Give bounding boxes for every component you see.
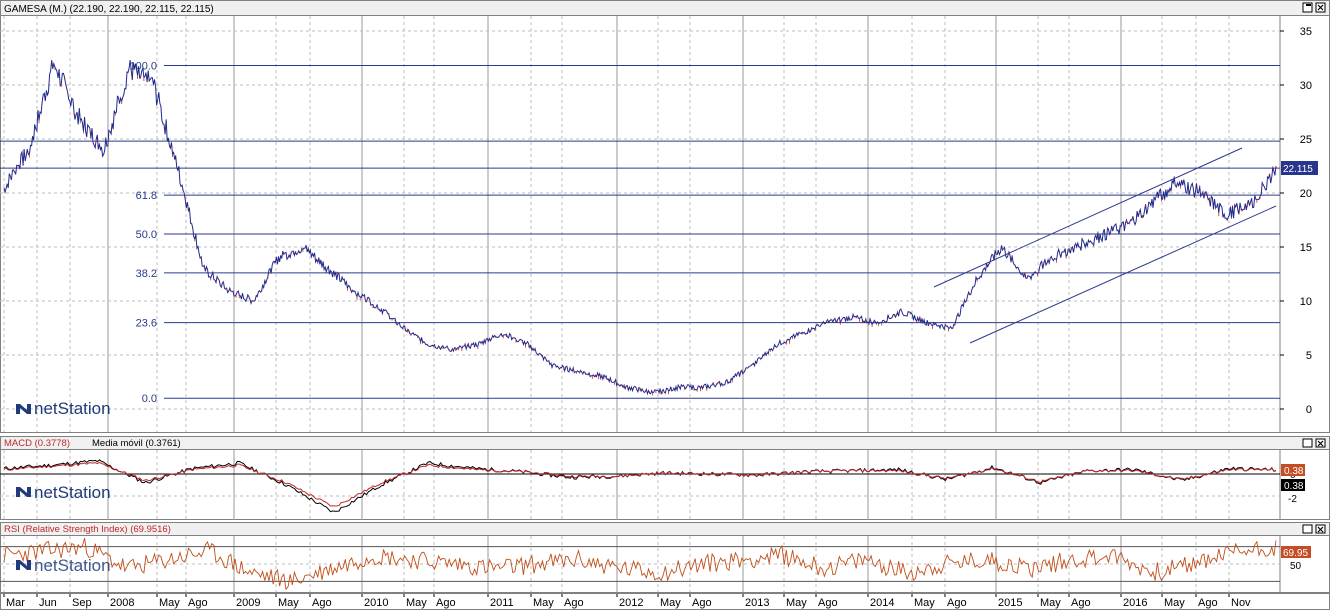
- x-tick-label: May: [533, 597, 554, 609]
- price-y-tick: 10: [1300, 296, 1312, 308]
- x-tick-label: Ago: [436, 597, 456, 609]
- x-tick-label: Ago: [818, 597, 838, 609]
- x-tick-label: Mar: [6, 597, 25, 609]
- price-panel-title: GAMESA (M.) (22.190, 22.190, 22.115, 22.…: [4, 4, 214, 15]
- rsi-badge: 69.95: [1281, 546, 1311, 559]
- x-tick-label: May: [660, 597, 681, 609]
- x-tick-label: May: [406, 597, 427, 609]
- x-tick-label: May: [914, 597, 935, 609]
- x-tick-label: May: [159, 597, 180, 609]
- x-tick-label: Nov: [1231, 597, 1251, 609]
- fib-label: 38.2: [136, 268, 157, 280]
- x-tick-label: 2016: [1123, 597, 1147, 609]
- x-tick-label: Jun: [39, 597, 57, 609]
- price-y-tick: 15: [1300, 242, 1312, 254]
- x-tick-label: May: [278, 597, 299, 609]
- fib-label: 61.8: [136, 190, 157, 202]
- x-tick-label: 2015: [998, 597, 1022, 609]
- x-tick-label: May: [1040, 597, 1061, 609]
- x-tick-label: Ago: [564, 597, 584, 609]
- price-y-tick: 25: [1300, 134, 1312, 146]
- price-y-tick: 20: [1300, 188, 1312, 200]
- x-tick-label: May: [786, 597, 807, 609]
- last-price-badge: 22.115: [1281, 161, 1318, 175]
- x-tick-label: 2013: [745, 597, 769, 609]
- maximize-icon[interactable]: [1302, 438, 1313, 448]
- price-y-tick: 30: [1300, 80, 1312, 92]
- x-tick-label: 2014: [870, 597, 894, 609]
- x-tick-label: Ago: [1198, 597, 1218, 609]
- maximize-icon[interactable]: [1302, 524, 1313, 534]
- svg-text:22.115: 22.115: [1283, 164, 1313, 175]
- price-y-tick: 0: [1306, 404, 1312, 416]
- macd-ma-title: Media móvil (0.3761): [92, 438, 181, 449]
- svg-text:netStation: netStation: [34, 483, 111, 502]
- x-tick-label: Ago: [1071, 597, 1091, 609]
- x-tick-label: 2011: [490, 597, 514, 609]
- x-tick-label: 2008: [110, 597, 134, 609]
- rsi-panel-header: [0, 522, 1330, 536]
- svg-text:netStation: netStation: [34, 399, 111, 418]
- macd-tick-neg2: -2: [1288, 494, 1297, 505]
- svg-text:0.38: 0.38: [1284, 466, 1304, 477]
- rsi-tick-50: 50: [1290, 561, 1302, 572]
- x-tick-label: 2012: [619, 597, 643, 609]
- x-tick-label: Sep: [72, 597, 92, 609]
- macd-title: MACD (0.3778): [4, 438, 70, 449]
- macd-panel-header: [0, 436, 1330, 450]
- x-tick-label: 2010: [364, 597, 388, 609]
- rsi-title: RSI (Relative Strength Index) (69.9516): [4, 524, 171, 535]
- price-y-tick: 35: [1300, 26, 1312, 38]
- fib-label: 0.0: [142, 393, 157, 405]
- x-tick-label: Ago: [692, 597, 712, 609]
- x-tick-label: May: [1164, 597, 1185, 609]
- fib-label: 50.0: [136, 229, 157, 241]
- svg-text:0.38: 0.38: [1284, 481, 1304, 492]
- x-tick-label: Ago: [312, 597, 332, 609]
- x-tick-label: Ago: [188, 597, 208, 609]
- price-y-tick: 5: [1306, 350, 1312, 362]
- chart-canvas: GAMESA (M.) (22.190, 22.190, 22.115, 22.…: [0, 0, 1330, 610]
- x-tick-label: Ago: [947, 597, 967, 609]
- fib-label: 23.6: [136, 318, 157, 330]
- svg-text:netStation: netStation: [34, 556, 111, 575]
- svg-text:69.95: 69.95: [1283, 548, 1308, 559]
- x-tick-label: 2009: [236, 597, 260, 609]
